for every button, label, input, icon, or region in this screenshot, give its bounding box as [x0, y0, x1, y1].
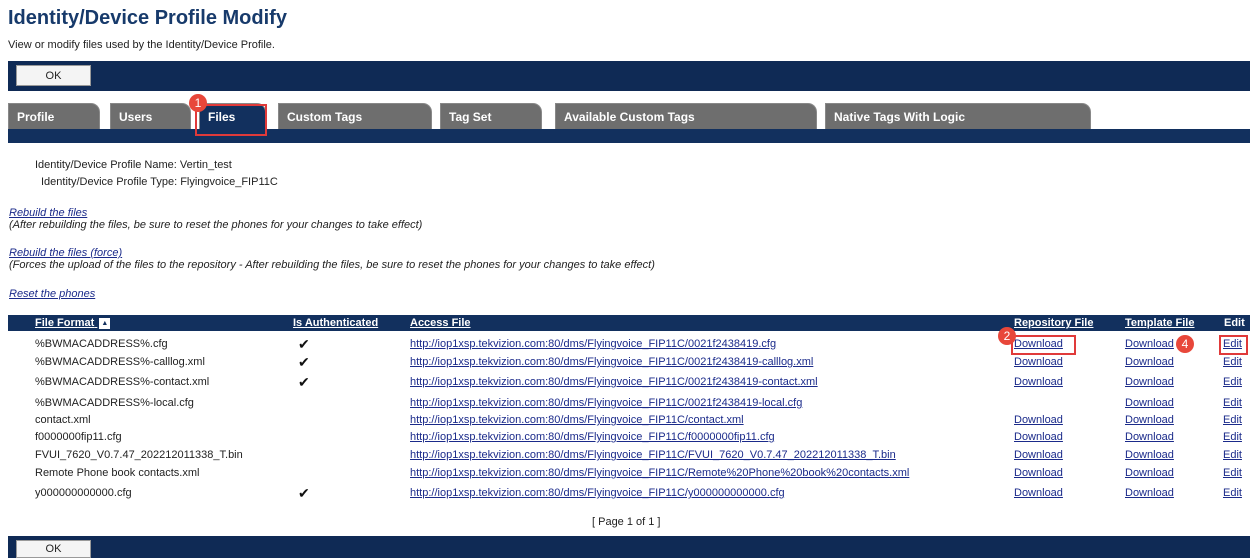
access-file-link[interactable]: http://iop1xsp.tekvizion.com:80/dms/Flyi…	[410, 356, 813, 368]
rebuild-files-note: (After rebuilding the files, be sure to …	[9, 219, 423, 231]
table-row: Remote Phone book contacts.xml http://io…	[8, 465, 1250, 482]
rebuild-files-force-link[interactable]: Rebuild the files (force)	[9, 247, 122, 259]
tab-tag-set[interactable]: Tag Set	[440, 103, 542, 129]
edit-link[interactable]: Edit	[1223, 431, 1242, 443]
template-download-link[interactable]: Download	[1125, 397, 1174, 409]
step-badge-4: 4	[1176, 335, 1194, 353]
tab-native-tags-with-logic[interactable]: Native Tags With Logic	[825, 103, 1091, 129]
repository-download-link[interactable]: Download	[1014, 467, 1063, 479]
step-badge-1: 1	[189, 94, 207, 112]
page-subtitle: View or modify files used by the Identit…	[8, 39, 275, 51]
repository-download-link[interactable]: Download	[1014, 338, 1063, 350]
edit-link[interactable]: Edit	[1223, 338, 1242, 350]
repository-download-link[interactable]: Download	[1014, 487, 1063, 499]
access-file-link[interactable]: http://iop1xsp.tekvizion.com:80/dms/Flyi…	[410, 487, 785, 499]
file-format-cell: %BWMACADDRESS%.cfg	[35, 338, 168, 350]
profile-type-text: Identity/Device Profile Type: Flyingvoic…	[41, 176, 278, 188]
page-title: Identity/Device Profile Modify	[8, 7, 287, 29]
edit-link[interactable]: Edit	[1223, 376, 1242, 388]
ok-button-top[interactable]: OK	[16, 65, 91, 86]
access-file-link[interactable]: http://iop1xsp.tekvizion.com:80/dms/Flyi…	[410, 449, 896, 461]
table-header: File Format ▲ Is Authenticated Access Fi…	[8, 315, 1250, 331]
tab-profile[interactable]: Profile	[8, 103, 100, 129]
bottom-button-bar	[8, 536, 1250, 558]
table-row: %BWMACADDRESS%-calllog.xml ✔ http://iop1…	[8, 354, 1250, 371]
file-format-cell: %BWMACADDRESS%-contact.xml	[35, 376, 210, 388]
template-download-link[interactable]: Download	[1125, 376, 1174, 388]
rebuild-files-force-note: (Forces the upload of the files to the r…	[9, 259, 655, 271]
ok-button-bottom[interactable]: OK	[16, 540, 91, 558]
file-format-cell: %BWMACADDRESS%-calllog.xml	[35, 356, 205, 368]
pagination-text: [ Page 1 of 1 ]	[592, 516, 661, 528]
column-header-template-file[interactable]: Template File	[1125, 315, 1194, 331]
template-download-link[interactable]: Download	[1125, 487, 1174, 499]
authenticated-check-icon: ✔	[298, 485, 310, 501]
file-format-cell: y000000000000.cfg	[35, 487, 132, 499]
tab-files[interactable]: Files	[199, 103, 266, 129]
sort-ascending-icon[interactable]: ▲	[99, 317, 111, 329]
top-button-bar	[8, 61, 1250, 91]
table-row: %BWMACADDRESS%.cfg ✔ http://iop1xsp.tekv…	[8, 336, 1250, 353]
authenticated-check-icon: ✔	[298, 336, 310, 352]
repository-download-link[interactable]: Download	[1014, 356, 1063, 368]
access-file-link[interactable]: http://iop1xsp.tekvizion.com:80/dms/Flyi…	[410, 414, 744, 426]
template-download-link[interactable]: Download	[1125, 338, 1174, 350]
file-format-cell: FVUI_7620_V0.7.47_202212011338_T.bin	[35, 449, 243, 461]
column-header-file-format-label[interactable]: File Format	[35, 317, 94, 329]
tab-underline-bar	[8, 129, 1250, 143]
access-file-link[interactable]: http://iop1xsp.tekvizion.com:80/dms/Flyi…	[410, 376, 818, 388]
authenticated-check-icon: ✔	[298, 374, 310, 390]
tab-available-custom-tags[interactable]: Available Custom Tags	[555, 103, 817, 129]
file-format-cell: f0000000fip11.cfg	[35, 431, 122, 443]
authenticated-check-icon: ✔	[298, 354, 310, 370]
column-header-repository-file[interactable]: Repository File	[1014, 315, 1093, 331]
tab-custom-tags[interactable]: Custom Tags	[278, 103, 432, 129]
access-file-link[interactable]: http://iop1xsp.tekvizion.com:80/dms/Flyi…	[410, 338, 776, 350]
table-row: %BWMACADDRESS%-local.cfg http://iop1xsp.…	[8, 395, 1250, 412]
table-row: f0000000fip11.cfg http://iop1xsp.tekvizi…	[8, 429, 1250, 446]
repository-download-link[interactable]: Download	[1014, 376, 1063, 388]
template-download-link[interactable]: Download	[1125, 467, 1174, 479]
template-download-link[interactable]: Download	[1125, 356, 1174, 368]
access-file-link[interactable]: http://iop1xsp.tekvizion.com:80/dms/Flyi…	[410, 397, 802, 409]
file-format-cell: %BWMACADDRESS%-local.cfg	[35, 397, 194, 409]
table-row: %BWMACADDRESS%-contact.xml ✔ http://iop1…	[8, 374, 1250, 391]
template-download-link[interactable]: Download	[1125, 414, 1174, 426]
repository-download-link[interactable]: Download	[1014, 449, 1063, 461]
profile-name-text: Identity/Device Profile Name: Vertin_tes…	[35, 159, 232, 171]
template-download-link[interactable]: Download	[1125, 449, 1174, 461]
repository-download-link[interactable]: Download	[1014, 414, 1063, 426]
access-file-link[interactable]: http://iop1xsp.tekvizion.com:80/dms/Flyi…	[410, 431, 775, 443]
column-header-is-authenticated[interactable]: Is Authenticated	[293, 315, 378, 331]
table-row: y000000000000.cfg ✔ http://iop1xsp.tekvi…	[8, 485, 1250, 502]
template-download-link[interactable]: Download	[1125, 431, 1174, 443]
repository-download-link[interactable]: Download	[1014, 431, 1063, 443]
edit-link[interactable]: Edit	[1223, 397, 1242, 409]
file-format-cell: Remote Phone book contacts.xml	[35, 467, 200, 479]
rebuild-files-link[interactable]: Rebuild the files	[9, 207, 87, 219]
edit-link[interactable]: Edit	[1223, 449, 1242, 461]
column-header-access-file[interactable]: Access File	[410, 315, 471, 331]
file-format-cell: contact.xml	[35, 414, 91, 426]
edit-link[interactable]: Edit	[1223, 487, 1242, 499]
step-badge-2: 2	[998, 327, 1016, 345]
edit-link[interactable]: Edit	[1223, 414, 1242, 426]
table-row: FVUI_7620_V0.7.47_202212011338_T.bin htt…	[8, 447, 1250, 464]
tab-users[interactable]: Users	[110, 103, 191, 129]
edit-link[interactable]: Edit	[1223, 467, 1242, 479]
column-header-file-format[interactable]: File Format ▲	[35, 315, 111, 331]
access-file-link[interactable]: http://iop1xsp.tekvizion.com:80/dms/Flyi…	[410, 467, 909, 479]
reset-phones-link[interactable]: Reset the phones	[9, 288, 95, 300]
table-row: contact.xml http://iop1xsp.tekvizion.com…	[8, 412, 1250, 429]
edit-link[interactable]: Edit	[1223, 356, 1242, 368]
column-header-edit: Edit	[1224, 317, 1245, 329]
